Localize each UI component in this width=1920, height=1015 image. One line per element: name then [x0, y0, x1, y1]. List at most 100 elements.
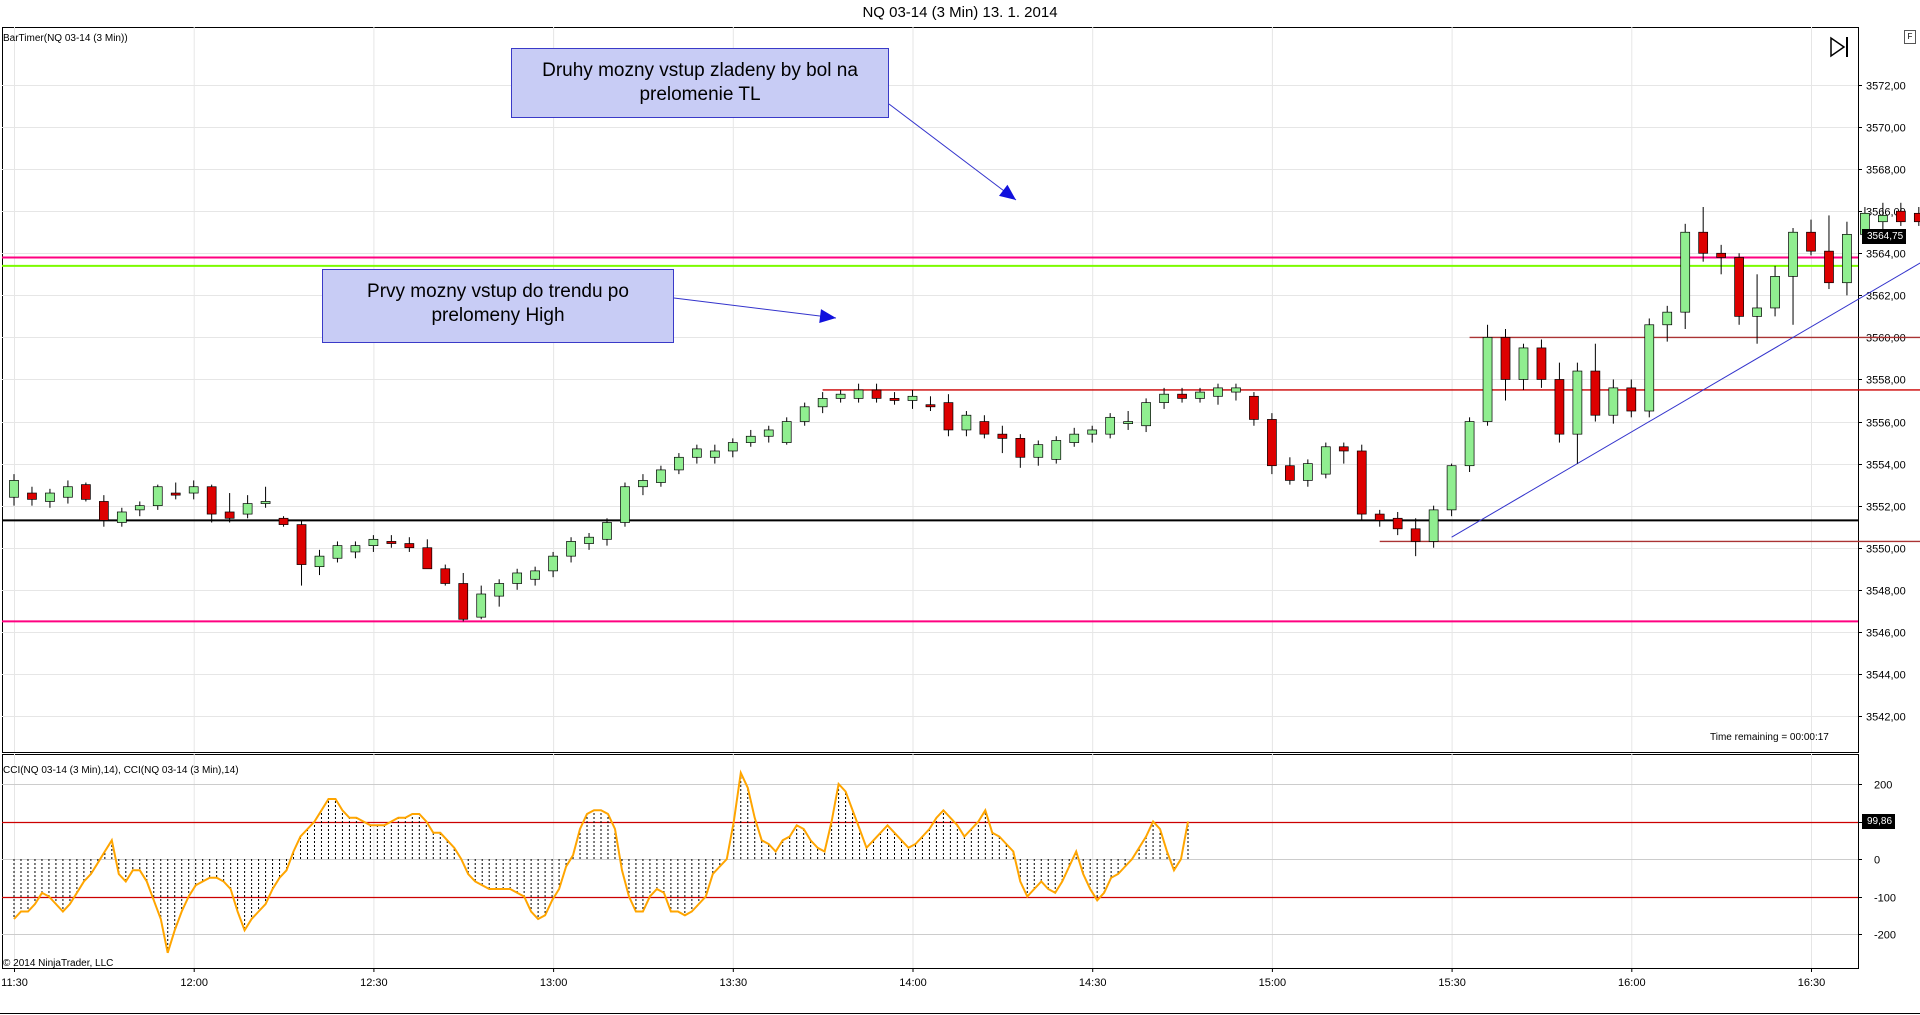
y-tick-label: 3558,00 — [1866, 375, 1906, 387]
candle-body — [260, 501, 271, 504]
y-tick-label: 3552,00 — [1866, 502, 1906, 514]
candle-body — [188, 486, 199, 494]
y-tick-label: 3544,00 — [1866, 670, 1906, 682]
x-tick-label: 12:30 — [360, 977, 388, 989]
candle-body — [1608, 387, 1619, 416]
candle-body — [1267, 419, 1277, 467]
candle-body — [332, 545, 343, 559]
cci-label: CCI(NQ 03-14 (3 Min),14), CCI(NQ 03-14 (… — [3, 765, 239, 776]
candle-body — [422, 547, 433, 570]
candle-body — [1410, 528, 1421, 542]
candle-body — [584, 536, 594, 544]
candle-body — [1069, 433, 1080, 443]
candle-body — [1536, 347, 1547, 380]
candle-body — [745, 435, 756, 443]
x-tick-label: 16:30 — [1798, 977, 1826, 989]
candle-body — [9, 480, 19, 498]
x-tick-label: 15:00 — [1259, 977, 1287, 989]
candle-body — [63, 486, 73, 498]
candle-body — [1051, 440, 1062, 460]
candle-body — [1644, 324, 1655, 412]
candle-body — [1788, 231, 1798, 277]
x-tick-label: 13:30 — [720, 977, 748, 989]
candle-body — [1842, 233, 1852, 284]
candle-body — [1033, 444, 1044, 458]
candle-body — [979, 421, 990, 435]
candle-body — [781, 421, 792, 443]
y-tick-label: 3550,00 — [1866, 544, 1906, 556]
candle-body — [709, 450, 720, 458]
candle-body — [1231, 387, 1241, 393]
candle-body — [242, 503, 253, 515]
arrow-second-entry-head — [999, 184, 1016, 200]
y-tick-label: 3564,00 — [1866, 249, 1906, 261]
candle-body — [889, 398, 900, 401]
candle-body — [1177, 393, 1187, 399]
candle-body — [907, 395, 918, 401]
candle-body — [170, 492, 181, 496]
time-remaining-label: Time remaining = 00:00:17 — [1710, 732, 1829, 743]
arrow-first-entry-head — [819, 309, 836, 323]
x-tick-label: 16:00 — [1618, 977, 1646, 989]
candle-body — [1249, 395, 1259, 420]
candle-body — [763, 429, 774, 437]
candle-body — [548, 555, 558, 572]
candle-body — [440, 568, 451, 584]
candle-body — [1320, 446, 1331, 475]
candle-body — [45, 492, 55, 502]
candle-body — [1806, 231, 1816, 252]
candle-body — [674, 456, 684, 471]
candle-body — [1428, 509, 1439, 542]
y-tick-label: 3570,00 — [1866, 123, 1906, 135]
candle-body — [1716, 252, 1727, 258]
candle-body — [152, 486, 163, 507]
candle-body — [1338, 446, 1349, 452]
x-tick-label: 12:00 — [180, 977, 208, 989]
candle-body — [476, 593, 487, 618]
candle-body — [1105, 416, 1116, 435]
candle-body — [278, 517, 289, 525]
candle-body — [1015, 438, 1026, 458]
cci-tick-label: 200 — [1874, 780, 1892, 792]
candle-body — [1159, 393, 1169, 403]
candle-body — [1195, 391, 1205, 399]
y-tick-label: 3546,00 — [1866, 628, 1906, 640]
arrow-second-entry-line — [888, 103, 1017, 201]
candle-body — [512, 572, 523, 584]
candle-body — [1356, 450, 1367, 515]
bartimer-label: BarTimer(NQ 03-14 (3 Min)) — [3, 33, 128, 44]
candle-body — [1878, 215, 1888, 223]
callout-first-entry: Prvy mozny vstup do trendu po prelomeny … — [322, 269, 674, 343]
candle-body — [386, 541, 397, 544]
cci-tick-label: -200 — [1874, 930, 1896, 942]
candle-body — [961, 414, 972, 431]
cci-tick-label: -100 — [1874, 893, 1896, 905]
candle-body — [566, 541, 576, 557]
candle-body — [692, 448, 702, 458]
candle-body — [1895, 210, 1906, 223]
candle-body — [1554, 379, 1565, 435]
last-price-tag: 3564,75 — [1862, 229, 1907, 244]
candle-body — [620, 486, 630, 523]
candle-body — [1464, 421, 1475, 467]
x-tick-label: 11:30 — [1, 977, 28, 989]
arrow-first-entry-line — [673, 297, 837, 319]
candle-body — [1123, 421, 1133, 424]
candle-body — [404, 543, 415, 549]
candle-body — [1141, 402, 1151, 427]
candle-body — [638, 480, 648, 488]
candle-body — [1734, 257, 1744, 317]
y-tick-label: 3560,00 — [1866, 333, 1906, 345]
candle-body — [853, 389, 864, 399]
candle-body — [1824, 250, 1834, 284]
candle-body — [727, 442, 738, 452]
y-tick-label: 3572,00 — [1866, 81, 1906, 93]
candle-body — [1302, 463, 1313, 481]
candle-body — [1087, 429, 1098, 435]
candle-body — [98, 501, 109, 521]
candle-body — [458, 583, 469, 620]
candle-body — [368, 538, 379, 546]
candle-body — [799, 406, 810, 422]
candle-body — [1590, 370, 1601, 416]
candle-body — [1518, 347, 1529, 380]
